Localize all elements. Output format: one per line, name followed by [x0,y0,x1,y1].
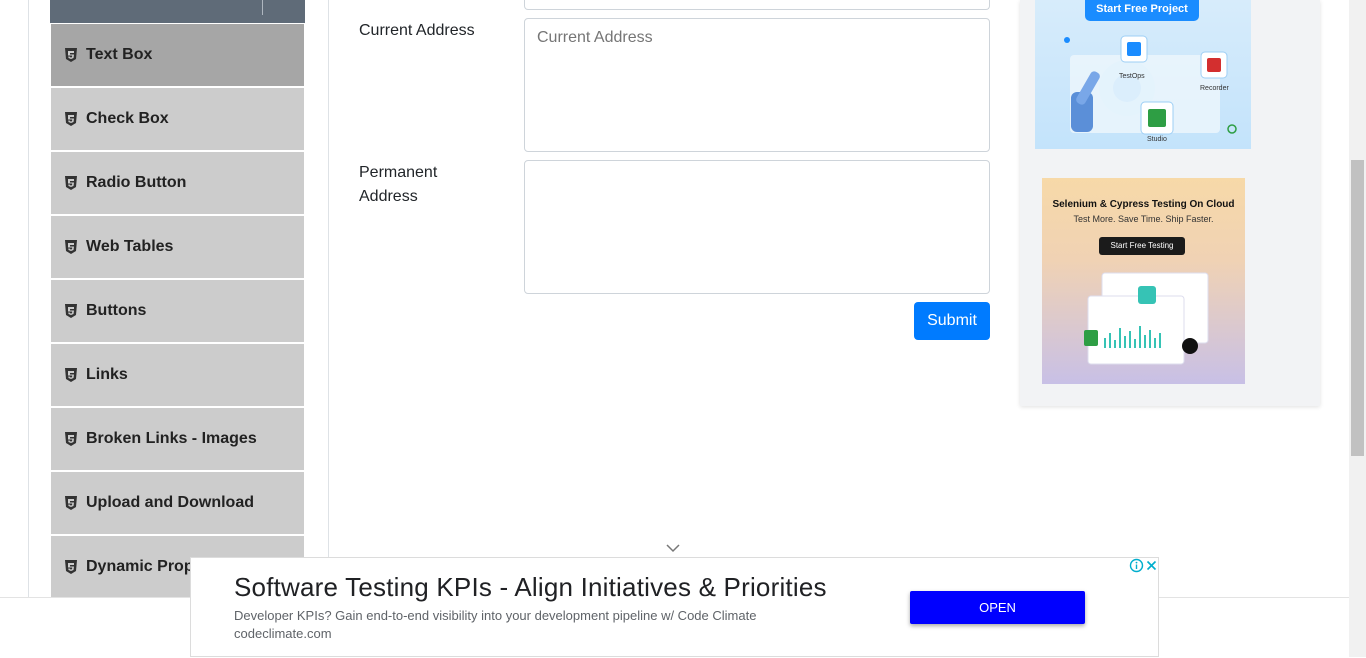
left-frame-line [28,0,29,597]
email-field[interactable] [524,0,990,10]
sidebar-item-text-box[interactable]: Text Box [51,24,304,86]
banner-ad[interactable]: Software Testing KPIs - Align Initiative… [190,557,1159,657]
sidebar-item-label: Buttons [86,302,147,319]
sidebar-item-check-box[interactable]: Check Box [51,88,304,150]
sidebar-item-upload-download[interactable]: Upload and Download [51,472,304,534]
sidebar-group-header[interactable] [50,0,305,23]
html5-icon [65,48,77,62]
html5-icon [65,304,77,318]
sidebar-item-label: Text Box [86,46,153,63]
submit-button[interactable]: Submit [914,302,990,340]
recorder-label: Recorder [1200,85,1229,92]
sidebar-item-radio-button[interactable]: Radio Button [51,152,304,214]
sidebar-item-links[interactable]: Links [51,344,304,406]
html5-icon [65,240,77,254]
close-icon[interactable] [1144,558,1159,573]
studio-label: Studio [1147,136,1167,143]
permanent-address-label: Permanent Address [359,164,438,205]
sidebar-item-label: Broken Links - Images [86,430,257,447]
html5-icon [65,112,77,126]
chevron-down-icon[interactable] [666,543,680,553]
html5-icon [65,496,77,510]
sidebar-item-broken-links[interactable]: Broken Links - Images [51,408,304,470]
info-icon[interactable] [1129,558,1144,573]
sidebar-item-label: Links [86,366,128,383]
testops-label: TestOps [1119,73,1145,80]
sidebar-item-buttons[interactable]: Buttons [51,280,304,342]
content-divider [328,0,329,597]
sidebar-header-separator [262,0,263,15]
sidebar-item-label: Upload and Download [86,494,254,511]
lambdatest-ad[interactable]: Selenium & Cypress Testing On Cloud Test… [1042,178,1245,384]
dashboard-illustration [1084,272,1209,365]
html5-icon [65,560,77,574]
sidebar-item-label: Web Tables [86,238,174,255]
html5-icon [65,176,77,190]
sidebar-item-label: Check Box [86,110,169,127]
scrollbar-thumb[interactable] [1351,160,1364,456]
sidebar-item-web-tables[interactable]: Web Tables [51,216,304,278]
html5-icon [65,368,77,382]
ad-choices[interactable] [1129,558,1159,573]
permanent-address-input[interactable] [524,160,990,294]
html5-icon [65,432,77,446]
sidebar-item-label: Radio Button [86,174,187,191]
banner-title[interactable]: Software Testing KPIs - Align Initiative… [234,572,827,603]
current-address-label: Current Address [359,22,475,39]
banner-open-button[interactable]: OPEN [910,591,1085,624]
banner-url[interactable]: codeclimate.com [234,626,332,641]
banner-description: Developer KPIs? Gain end-to-end visibili… [234,608,757,623]
katalon-ad[interactable]: Start Free Project TestOps Recorder Stud… [1035,0,1251,149]
current-address-input[interactable] [524,18,990,152]
